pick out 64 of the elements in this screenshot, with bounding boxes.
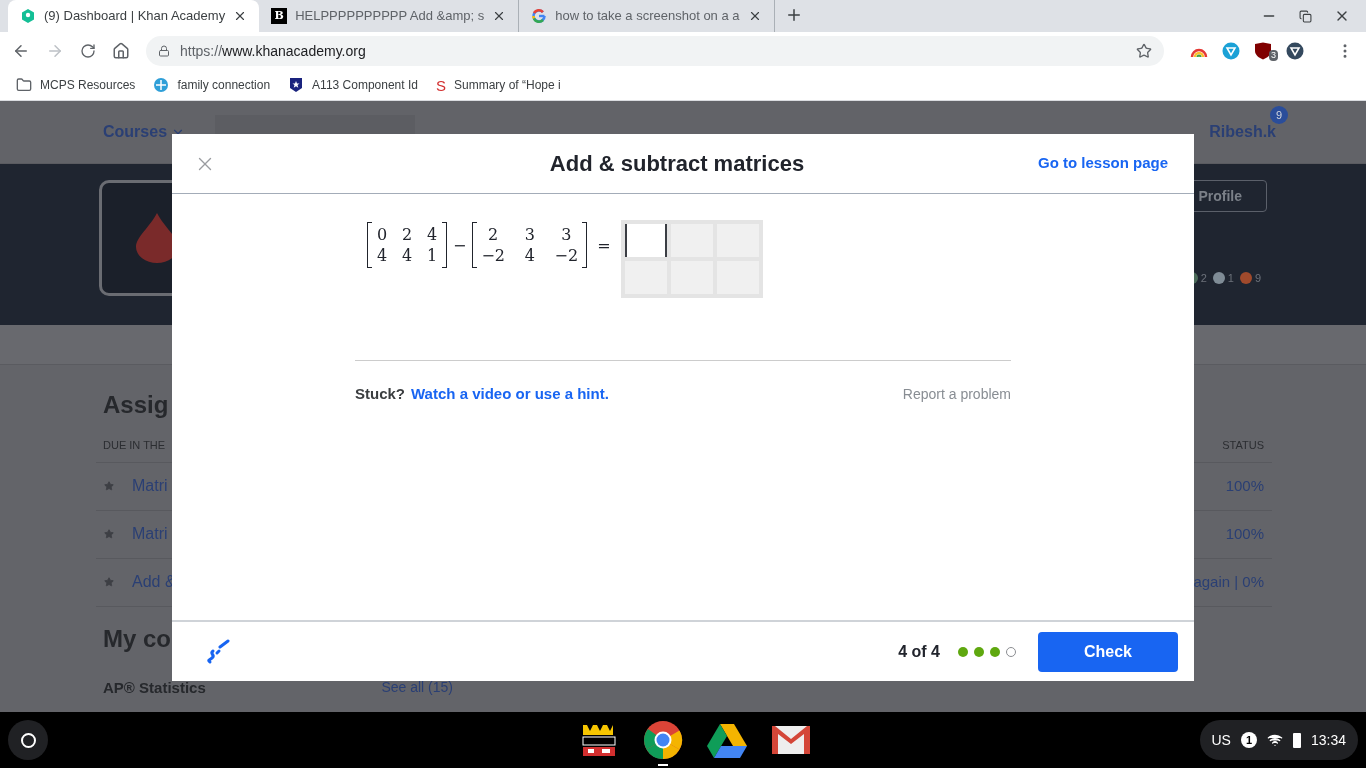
bookmark-star-icon[interactable] — [1136, 43, 1152, 59]
section-heading: My co — [102, 623, 171, 654]
stat-count: 9 — [1254, 271, 1261, 286]
bookmark[interactable]: family connection — [153, 73, 271, 97]
course-name: AP® Statistics — [103, 677, 206, 698]
running-indicator — [658, 764, 669, 766]
hexagon-leaf-icon — [20, 8, 36, 24]
tab-title: (9) Dashboard | Khan Academy — [44, 7, 226, 26]
bookmark[interactable]: A113 Component Id — [288, 73, 418, 97]
favicon-letter: B — [271, 8, 288, 24]
g-ring-icon — [531, 8, 548, 24]
matrix: 0 2 4 4 4 1 — [367, 222, 447, 268]
column-header: STATUS — [1222, 438, 1264, 453]
dialog-title: Add & subtract matrices — [549, 150, 805, 178]
stat-count: 1 — [1227, 271, 1234, 286]
lesson-link[interactable]: Go to lesson page — [1037, 152, 1172, 175]
wifi-icon — [1266, 732, 1283, 748]
back-icon[interactable] — [12, 42, 30, 60]
star-icon — [104, 529, 114, 539]
scratchpad-icon[interactable] — [205, 638, 231, 665]
math-operator: − — [453, 235, 467, 257]
status-text: 100% — [1225, 475, 1264, 496]
battery-icon — [1292, 732, 1301, 748]
triangle-logo-icon[interactable] — [707, 722, 748, 758]
status-text: 100% — [1225, 523, 1264, 544]
answer-field[interactable] — [624, 224, 667, 257]
column-header: DUE IN THE — [103, 438, 166, 453]
report-link[interactable]: Report a problem — [902, 383, 1011, 405]
url-text: https://www.khanacademy.org — [180, 41, 366, 61]
star-icon — [104, 481, 114, 491]
notification-badge: 9 — [1270, 106, 1288, 124]
clock: 13:34 — [1310, 730, 1346, 750]
chrome-icon[interactable] — [643, 720, 684, 760]
folder-icon — [16, 77, 32, 93]
launcher-button[interactable] — [8, 720, 48, 760]
envelope-icon[interactable] — [771, 725, 812, 755]
star-icon — [104, 577, 114, 587]
bookmark[interactable]: MCPS Resources — [16, 73, 136, 97]
progress-text: 4 of 4 — [898, 641, 940, 662]
bookmark[interactable]: S Summary of “Hope i — [435, 73, 561, 97]
restore-icon[interactable] — [1299, 9, 1312, 23]
bookmark-letter: S — [435, 77, 446, 93]
stuck-label: Stuck? — [355, 384, 405, 404]
address-bar[interactable]: https://www.khanacademy.org — [146, 36, 1164, 66]
shield-star-icon — [288, 77, 305, 93]
status-tray[interactable]: US 1 13:34 — [1199, 720, 1358, 760]
reload-icon[interactable] — [80, 43, 96, 59]
hint-link[interactable]: Watch a video or use a hint. — [411, 383, 609, 406]
section-heading: Assig — [102, 390, 169, 420]
keyboard-layout: US — [1211, 730, 1231, 750]
shield-icon[interactable] — [1254, 42, 1272, 60]
matrix: 2 3 3 −2 4 −2 — [472, 222, 588, 268]
tab-title: HELPPPPPPPPPP Add &amp; s — [295, 7, 485, 26]
home-icon[interactable] — [112, 42, 130, 60]
notification-count: 1 — [1240, 732, 1257, 748]
browser-tab[interactable]: (9) Dashboard | Khan Academy — [8, 0, 260, 32]
status-text: again | 0% — [1193, 571, 1264, 592]
check-button[interactable]: Check — [1038, 631, 1178, 672]
tab-title: how to take a screenshot on a a — [555, 7, 740, 26]
stat-count: 2 — [1200, 271, 1207, 286]
shield-circle-icon[interactable] — [1286, 42, 1304, 60]
math-operator: = — [597, 235, 611, 257]
lock-icon — [158, 45, 170, 57]
extension-badge: 3 — [1269, 50, 1278, 61]
